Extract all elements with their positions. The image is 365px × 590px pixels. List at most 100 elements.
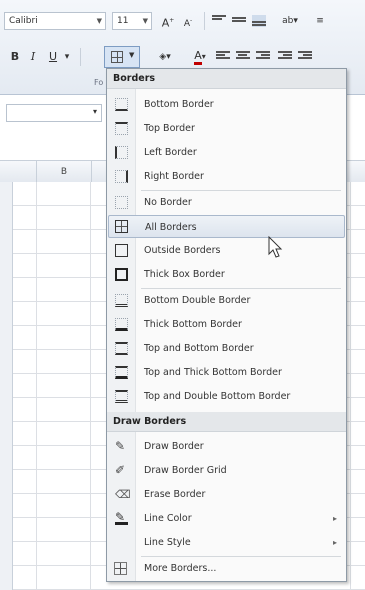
menu-item-label: More Borders... xyxy=(144,563,217,574)
menu-item-label: Bottom Double Border xyxy=(144,295,251,306)
fill-color-button[interactable]: ◈▾ xyxy=(150,48,180,66)
thick-bottom-border-icon xyxy=(115,318,128,331)
draw-border-grid-icon: ✐ xyxy=(115,463,126,477)
line-color-pencil-icon: ✎ xyxy=(115,511,128,525)
align-top-icon[interactable] xyxy=(212,15,226,27)
submenu-arrow-icon: ▸ xyxy=(332,538,337,547)
outside-borders-icon xyxy=(115,244,128,257)
chevron-down-icon[interactable]: ▾ xyxy=(62,48,72,66)
font-size-dropdown[interactable]: 11 ▼ xyxy=(112,12,152,30)
menu-item-label: Line Color xyxy=(144,513,192,524)
menu-item-top-border[interactable]: Top Border xyxy=(108,117,345,140)
menu-item-label: Right Border xyxy=(144,171,204,182)
menu-item-no-border[interactable]: No Border xyxy=(108,191,345,214)
paint-bucket-icon: ◈ xyxy=(159,52,167,62)
italic-button[interactable]: I xyxy=(26,48,40,66)
menu-item-draw-border-grid[interactable]: ✐ Draw Border Grid xyxy=(108,459,345,482)
underline-button[interactable]: U xyxy=(46,48,60,66)
menu-item-label: Top and Bottom Border xyxy=(144,343,254,354)
decrease-indent-icon[interactable] xyxy=(278,51,292,63)
font-name-dropdown[interactable]: Calibri ▼ xyxy=(4,12,106,30)
bold-button[interactable]: B xyxy=(8,48,22,66)
shrink-font-button[interactable]: A- xyxy=(180,12,196,30)
menu-item-bottom-border[interactable]: Bottom Border xyxy=(108,93,345,116)
menu-item-outside-borders[interactable]: Outside Borders xyxy=(108,239,345,262)
menu-item-right-border[interactable]: Right Border xyxy=(108,165,345,188)
menu-item-label: Left Border xyxy=(144,147,197,158)
bottom-border-icon xyxy=(115,98,128,111)
all-borders-icon xyxy=(115,220,128,233)
submenu-arrow-icon: ▸ xyxy=(332,514,337,523)
top-and-double-bottom-border-icon xyxy=(115,390,128,403)
chevron-down-icon: ▾ xyxy=(92,107,97,116)
align-bottom-icon[interactable] xyxy=(252,15,266,27)
row-headers xyxy=(0,182,13,590)
menu-item-thick-box-border[interactable]: Thick Box Border xyxy=(108,263,345,286)
menu-item-label: Thick Box Border xyxy=(144,269,225,280)
ribbon-separator xyxy=(80,48,81,66)
align-right-icon[interactable] xyxy=(256,51,270,63)
menu-item-label: Thick Bottom Border xyxy=(144,319,242,330)
menu-item-line-style[interactable]: Line Style ▸ xyxy=(108,531,345,554)
align-center-icon[interactable] xyxy=(236,51,250,63)
menu-item-label: Bottom Border xyxy=(144,99,214,110)
top-and-thick-bottom-border-icon xyxy=(115,366,128,379)
menu-item-label: Top Border xyxy=(144,123,195,134)
menu-item-label: Draw Border Grid xyxy=(144,465,227,476)
font-color-letter: A xyxy=(194,49,202,65)
borders-menu: Borders Bottom Border Top Border Left Bo… xyxy=(106,68,347,582)
menu-section-header-draw-borders: Draw Borders xyxy=(107,412,346,432)
align-left-icon[interactable] xyxy=(216,51,230,63)
menu-item-all-borders[interactable]: All Borders xyxy=(108,215,345,238)
borders-button[interactable]: ▼ xyxy=(104,46,140,68)
eraser-icon: ⌫ xyxy=(115,488,131,501)
grow-font-button[interactable]: A+ xyxy=(160,12,176,30)
menu-item-left-border[interactable]: Left Border xyxy=(108,141,345,164)
menu-item-bottom-double-border[interactable]: Bottom Double Border xyxy=(108,289,345,312)
menu-item-erase-border[interactable]: ⌫ Erase Border xyxy=(108,483,345,506)
grid-line xyxy=(90,182,91,590)
menu-item-top-and-double-bottom-border[interactable]: Top and Double Bottom Border xyxy=(108,385,345,408)
font-name-value: Calibri xyxy=(9,16,38,26)
name-box[interactable]: ▾ xyxy=(6,104,102,122)
chevron-down-icon: ▼ xyxy=(142,17,148,25)
mouse-pointer-icon xyxy=(268,236,283,258)
font-group-label: Fo xyxy=(94,78,104,87)
menu-item-line-color[interactable]: ✎ Line Color ▸ xyxy=(108,507,345,530)
top-border-icon xyxy=(115,122,128,135)
text-orientation-icon[interactable]: ab▾ xyxy=(276,12,304,30)
menu-item-label: Erase Border xyxy=(144,489,206,500)
grid-line xyxy=(350,182,351,590)
menu-item-thick-bottom-border[interactable]: Thick Bottom Border xyxy=(108,313,345,336)
draw-border-pencil-icon: ✎ xyxy=(115,439,126,453)
menu-item-label: All Borders xyxy=(145,222,197,233)
chevron-down-icon: ▼ xyxy=(96,17,102,25)
more-borders-icon xyxy=(114,562,127,575)
font-size-value: 11 xyxy=(117,16,129,26)
menu-item-draw-border[interactable]: ✎ Draw Border xyxy=(108,435,345,458)
thick-box-border-icon xyxy=(115,268,128,281)
no-border-icon xyxy=(115,196,128,209)
menu-item-top-and-bottom-border[interactable]: Top and Bottom Border xyxy=(108,337,345,360)
menu-item-more-borders[interactable]: More Borders... xyxy=(108,557,345,580)
menu-item-label: Top and Double Bottom Border xyxy=(144,391,291,402)
menu-item-label: No Border xyxy=(144,197,192,208)
ribbon-separator xyxy=(204,12,205,30)
column-header-b[interactable]: B xyxy=(36,161,92,183)
increase-indent-icon[interactable] xyxy=(298,51,312,63)
bottom-double-border-icon xyxy=(115,294,128,307)
left-border-icon xyxy=(115,146,128,159)
menu-section-header-borders: Borders xyxy=(107,69,346,89)
align-middle-icon[interactable] xyxy=(232,17,246,29)
menu-item-label: Outside Borders xyxy=(144,245,221,256)
right-border-icon xyxy=(115,170,128,183)
font-color-button[interactable]: A▾ xyxy=(186,47,214,65)
chevron-down-icon: ▼ xyxy=(129,51,135,59)
menu-item-label: Line Style xyxy=(144,537,191,548)
wrap-text-icon[interactable]: ≡ xyxy=(308,12,332,30)
top-and-bottom-border-icon xyxy=(115,342,128,355)
all-borders-icon xyxy=(111,51,123,63)
menu-item-label: Draw Border xyxy=(144,441,204,452)
grid-line xyxy=(36,182,37,590)
menu-item-top-and-thick-bottom-border[interactable]: Top and Thick Bottom Border xyxy=(108,361,345,384)
